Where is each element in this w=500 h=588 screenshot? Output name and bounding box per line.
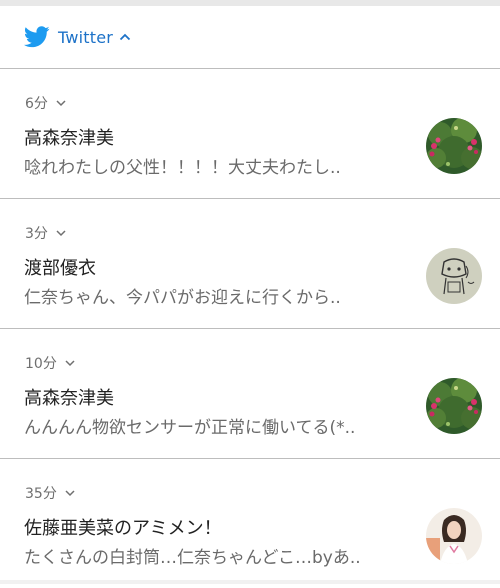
person-photo-avatar xyxy=(426,508,482,564)
notification-item[interactable]: 3分 渡部優衣 仁奈ちゃん、今パパがお迎えに行くから.. xyxy=(0,199,500,328)
notification-time-toggle[interactable]: 6分 xyxy=(25,93,66,113)
flower-bush-avatar xyxy=(426,118,482,174)
notification-sender: 高森奈津美 xyxy=(24,128,114,149)
twitter-bird-icon xyxy=(24,26,50,48)
notification-item[interactable]: 35分 佐藤亜美菜のアミメン！ たくさんの白封筒…仁奈ちゃんどこ…byあ.. xyxy=(0,459,500,588)
notification-message: 仁奈ちゃん、今パパがお迎えに行くから.. xyxy=(24,288,341,308)
chevron-down-icon xyxy=(65,360,75,367)
notification-time: 10分 xyxy=(25,356,57,372)
chevron-down-icon xyxy=(56,100,66,107)
notification-time: 3分 xyxy=(25,226,48,242)
notification-sender: 高森奈津美 xyxy=(24,388,114,409)
flower-bush-avatar xyxy=(426,378,482,434)
next-item-edge xyxy=(0,580,500,584)
notification-message: たくさんの白封筒…仁奈ちゃんどこ…byあ.. xyxy=(24,548,361,568)
notification-message: 唸れわたしの父性！！！！大丈夫わたし.. xyxy=(24,158,341,178)
notification-item[interactable]: 6分 高森奈津美 唸れわたしの父性！！！！大丈夫わたし.. xyxy=(0,69,500,198)
notification-sender: 渡部優衣 xyxy=(24,258,96,279)
notification-group-header[interactable]: Twitter xyxy=(0,6,500,68)
chevron-up-icon[interactable] xyxy=(119,32,131,42)
notification-time: 35分 xyxy=(25,486,57,502)
sketch-drawing-avatar xyxy=(426,248,482,304)
notification-time-toggle[interactable]: 3分 xyxy=(25,223,66,243)
notification-item[interactable]: 10分 高森奈津美 んんんん物欲センサーが正常に働いてる(*.. xyxy=(0,329,500,458)
notification-time-toggle[interactable]: 10分 xyxy=(25,353,75,373)
chevron-down-icon xyxy=(56,230,66,237)
notification-sender: 佐藤亜美菜のアミメン！ xyxy=(24,518,222,539)
app-name: Twitter xyxy=(58,27,114,47)
chevron-down-icon xyxy=(65,490,75,497)
notification-time: 6分 xyxy=(25,96,48,112)
notification-message: んんんん物欲センサーが正常に働いてる(*.. xyxy=(24,418,356,438)
notification-time-toggle[interactable]: 35分 xyxy=(25,483,75,503)
